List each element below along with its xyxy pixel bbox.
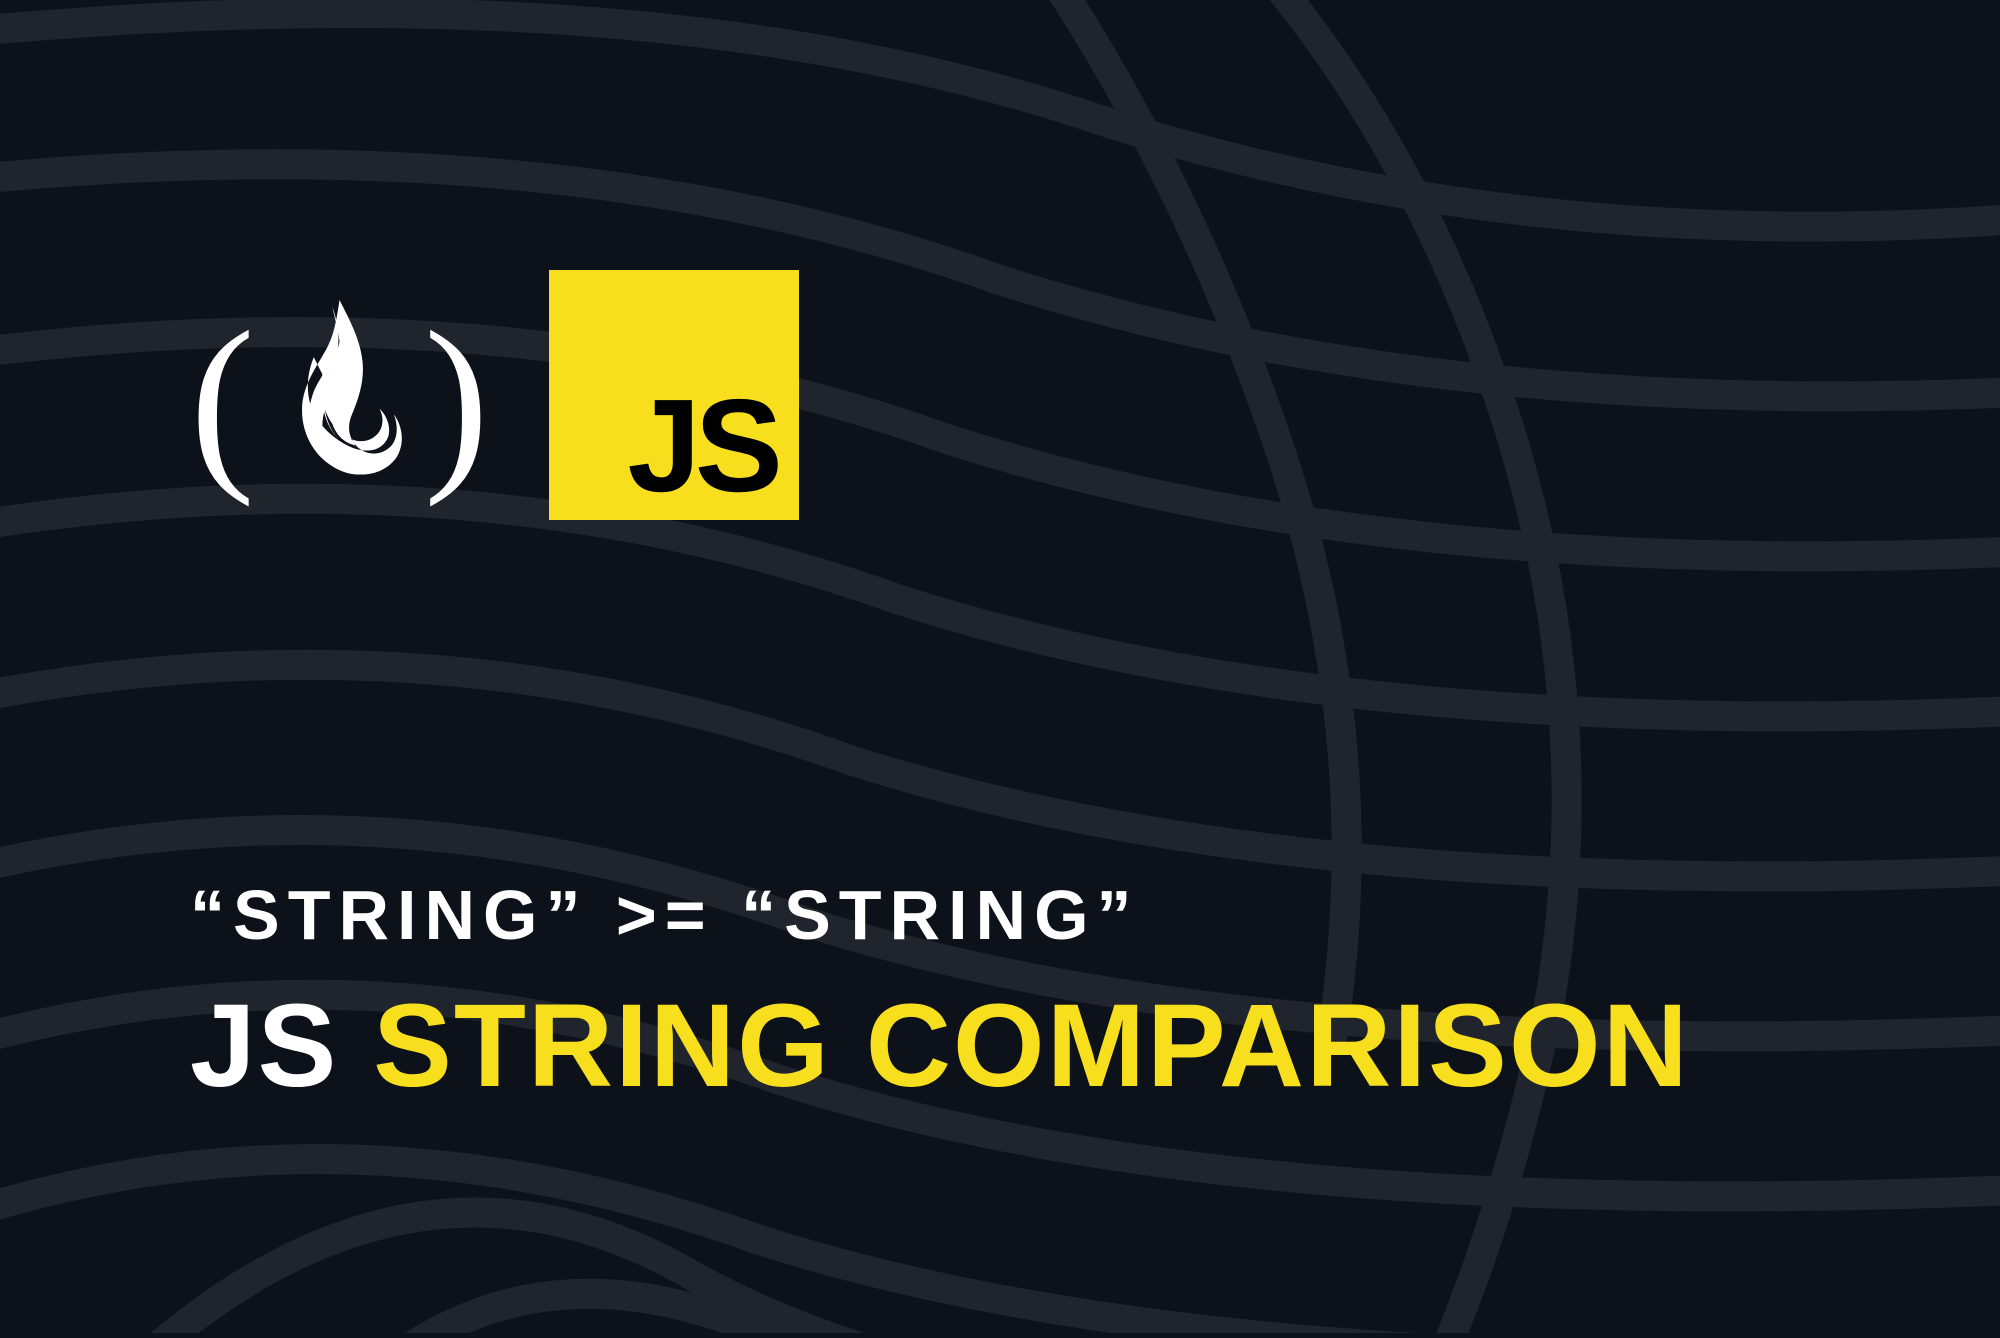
paren-right: ) bbox=[424, 303, 489, 498]
subtitle-text: “STRING” >= “STRING” bbox=[190, 875, 1810, 955]
headline-block: “STRING” >= “STRING” JS STRING COMPARISO… bbox=[190, 875, 1810, 1105]
logo-row: ( ) JS bbox=[190, 280, 1810, 520]
content-container: ( ) JS “STRING” >= “STRING” JS STRING CO… bbox=[0, 0, 2000, 1333]
js-badge-label: JS bbox=[627, 380, 776, 512]
freecodecamp-logo: ( ) bbox=[190, 300, 489, 500]
flame-icon bbox=[267, 300, 412, 500]
title-text: JS STRING COMPARISON bbox=[190, 987, 1810, 1105]
title-highlight: STRING COMPARISON bbox=[373, 980, 1690, 1112]
javascript-badge: JS bbox=[549, 270, 799, 520]
paren-left: ( bbox=[190, 303, 255, 498]
title-prefix: JS bbox=[190, 980, 373, 1112]
